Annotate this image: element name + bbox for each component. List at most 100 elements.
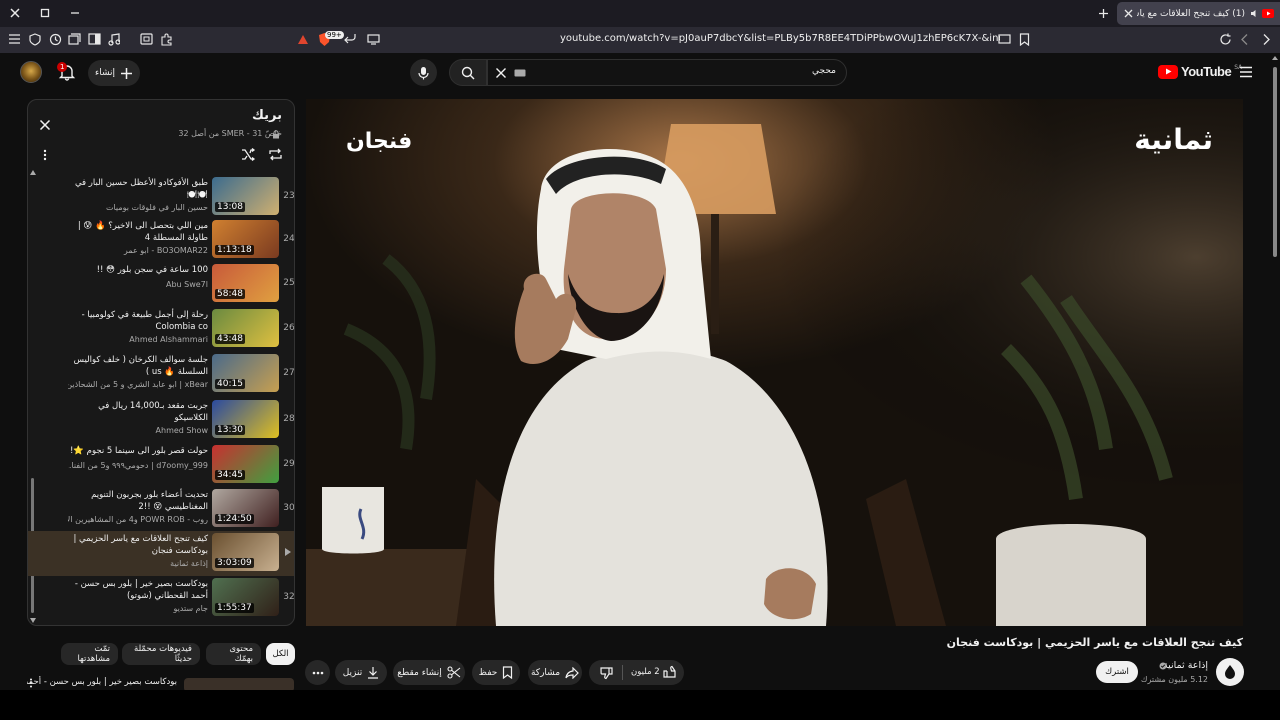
menu-icon[interactable]	[8, 33, 21, 45]
playlist-item[interactable]: 29 34:45 حولت قصر بلور الى سينما 5 نجوم ⭐!…	[28, 443, 295, 487]
playlist-item-thumbnail[interactable]: 13:30	[212, 400, 279, 438]
url-field[interactable]: youtube.com/watch?v=pJ0auP7dbcY&list=PLB…	[560, 33, 1000, 44]
minimize-icon[interactable]	[68, 6, 82, 20]
page-scroll-thumb[interactable]	[1273, 67, 1277, 257]
playlist-item-thumbnail[interactable]: 1:13:18	[212, 220, 279, 258]
tab-close-icon[interactable]	[1119, 5, 1137, 23]
youtube-play-icon	[1158, 64, 1178, 79]
playlist-item[interactable]: 28 13:30 جربت مقعد بـ14,000 ريال في الكلاس…	[28, 398, 294, 442]
playlist-item-thumbnail[interactable]: 34:45	[212, 445, 279, 483]
playlist-item[interactable]: 30 1:24:50 تحديت أعضاء بلور بجربون التنويم…	[28, 487, 294, 531]
bookmark-icon[interactable]	[1019, 33, 1030, 46]
loop-icon[interactable]	[268, 148, 283, 161]
more-options-icon[interactable]	[43, 149, 47, 161]
save-button[interactable]: حفظ	[472, 660, 520, 685]
playlist-item[interactable]: 25 58:48 100 ساعة في سجن بلور 😳 !! Abu Swe7…	[28, 262, 294, 306]
download-button[interactable]: تنزيل	[335, 660, 387, 685]
create-label: إنشاء	[94, 68, 115, 78]
share-page-icon[interactable]	[344, 33, 356, 45]
playlist-panel: بريك خاصّ SMER - 31 من أصل 32 23 13:08 طبق…	[27, 99, 295, 626]
playlist-item-index: 23	[283, 191, 295, 201]
clip-button[interactable]: إنشاء مقطع	[393, 660, 465, 685]
playlist-item-thumbnail[interactable]: 43:48	[212, 309, 279, 347]
duration-badge: 1:13:18	[215, 245, 254, 255]
browser-tab[interactable]: (1) كيف تنجح العلاقات مع ياسر	[1117, 2, 1280, 25]
playlist-item[interactable]: 24 1:13:18 مين اللي بتحصل الى الاخير؟ 🔥 😰 …	[28, 218, 294, 262]
page-scrollbar[interactable]	[1271, 55, 1279, 695]
playlist-item-index: 26	[283, 323, 295, 333]
playlist-item-thumbnail[interactable]: 1:24:50	[212, 489, 279, 527]
avatar[interactable]	[20, 61, 42, 83]
sidebar-icon[interactable]	[88, 33, 101, 45]
duration-badge: 13:08	[215, 202, 245, 212]
close-window-icon[interactable]	[8, 6, 22, 20]
playlist-item[interactable]: 27 40:15 جلسة سوالف الكرخان ( خلف كواليس ا…	[28, 352, 295, 396]
youtube-favicon	[1262, 9, 1274, 18]
shield-icon[interactable]	[29, 33, 41, 46]
playlist-item-index: 27	[283, 368, 295, 378]
maximize-icon[interactable]	[38, 6, 52, 20]
playlist-item-title: جلسة سوالف الكرخان ( خلف كواليس السلسلة …	[73, 355, 208, 377]
chip-all[interactable]: الكل	[266, 643, 295, 665]
below-item-thumbnail	[184, 678, 294, 690]
edit-url-icon[interactable]	[998, 33, 1011, 45]
filter-chip[interactable]: محتوى بهمّك	[206, 643, 261, 665]
playlist-item-index: 29	[283, 459, 295, 469]
share-button[interactable]: مشاركة	[528, 660, 582, 685]
like-dislike-group: 2 مليون	[589, 660, 684, 685]
browser-toolbar: 99+ youtube.com/watch?v=pJ0auP7dbcY&list…	[0, 27, 1280, 53]
shuffle-icon[interactable]	[241, 148, 256, 161]
voice-search-button[interactable]	[410, 59, 437, 86]
playlist-item-thumbnail[interactable]: 1:55:37	[212, 578, 279, 616]
subscribe-button[interactable]: اشترك	[1096, 661, 1138, 683]
more-actions-button[interactable]	[305, 660, 330, 685]
clear-search-icon[interactable]	[495, 67, 507, 79]
playlist-item[interactable]: 23 13:08 طبق الأفوكادو الأعظل حسين البار ف…	[28, 175, 295, 219]
dislike-icon[interactable]	[600, 666, 614, 680]
playlist-item-thumbnail[interactable]: 13:08	[212, 177, 279, 215]
guide-menu-icon[interactable]	[1239, 66, 1253, 78]
lock-icon	[272, 130, 280, 139]
below-item-title: بودكاست بصير خير | بلور بس حسن - أحمد	[27, 677, 177, 687]
playlist-item-channel: روب - POWR ROB و4 من المشاهيرين الا...	[68, 515, 208, 524]
youtube-header: 1 إنشاء محجي YouTube SA	[0, 53, 1280, 93]
filter-chip[interactable]: تمّت مشاهدتها	[61, 643, 118, 665]
extensions-icon[interactable]	[160, 33, 173, 46]
playlist-item-title: رحلة إلى أجمل طبيعة في كولومبيا - Colomb…	[81, 310, 208, 332]
history-icon[interactable]	[49, 33, 62, 46]
reload-icon[interactable]	[1219, 33, 1232, 46]
playlist-item-current[interactable]: 3:03:09 كيف تنجح العلاقات مع ياسر الحزيمي…	[28, 531, 294, 576]
below-list-item[interactable]: بودكاست بصير خير | بلور بس حسن - أحمد	[27, 676, 295, 690]
filter-chip[interactable]: فيديوهات محمّلة حديثًا	[122, 643, 200, 665]
like-icon[interactable]	[662, 665, 676, 679]
audio-playing-icon[interactable]	[1249, 9, 1259, 18]
playlist-item-title: حولت قصر بلور الى سينما 5 نجوم ⭐!	[69, 446, 208, 456]
youtube-logo[interactable]: YouTube SA	[1158, 64, 1242, 79]
playlist-item-thumbnail[interactable]: 40:15	[212, 354, 279, 392]
cast-icon[interactable]	[367, 33, 380, 45]
back-icon[interactable]	[1261, 33, 1271, 46]
playlist-item-thumbnail[interactable]: 3:03:09	[212, 533, 279, 571]
page-scroll-up-icon[interactable]	[1271, 55, 1279, 61]
search-input[interactable]: محجي	[812, 66, 836, 76]
playlist-item[interactable]: 26 43:48 رحلة إلى أجمل طبيعة في كولومبيا -…	[28, 307, 295, 351]
search-box[interactable]: محجي	[487, 59, 847, 86]
search-button[interactable]	[449, 59, 487, 86]
tabs-icon[interactable]	[68, 33, 81, 45]
channel-avatar[interactable]	[1216, 658, 1244, 686]
playlist-item[interactable]: 32 1:55:37 بودكاست بصير خير | بلور بس حسن …	[28, 576, 294, 620]
channel-name[interactable]: إذاعة ثمانية	[1163, 660, 1208, 671]
playlist-item-thumbnail[interactable]: 58:48	[212, 264, 279, 302]
close-playlist-icon[interactable]	[39, 119, 51, 131]
forward-icon[interactable]	[1240, 33, 1250, 46]
brave-rewards-icon[interactable]	[297, 34, 309, 45]
create-button[interactable]: إنشاء	[88, 60, 140, 86]
music-icon[interactable]	[108, 33, 120, 46]
video-player[interactable]: فنجان ثمانية	[306, 99, 1243, 626]
screenshot-icon[interactable]	[140, 33, 153, 45]
new-tab-icon[interactable]	[1096, 6, 1110, 20]
save-icon	[502, 666, 513, 679]
tab-title: (1) كيف تنجح العلاقات مع ياسر	[1137, 8, 1245, 19]
keyboard-icon[interactable]	[514, 69, 526, 77]
bottom-strip	[0, 690, 1280, 720]
